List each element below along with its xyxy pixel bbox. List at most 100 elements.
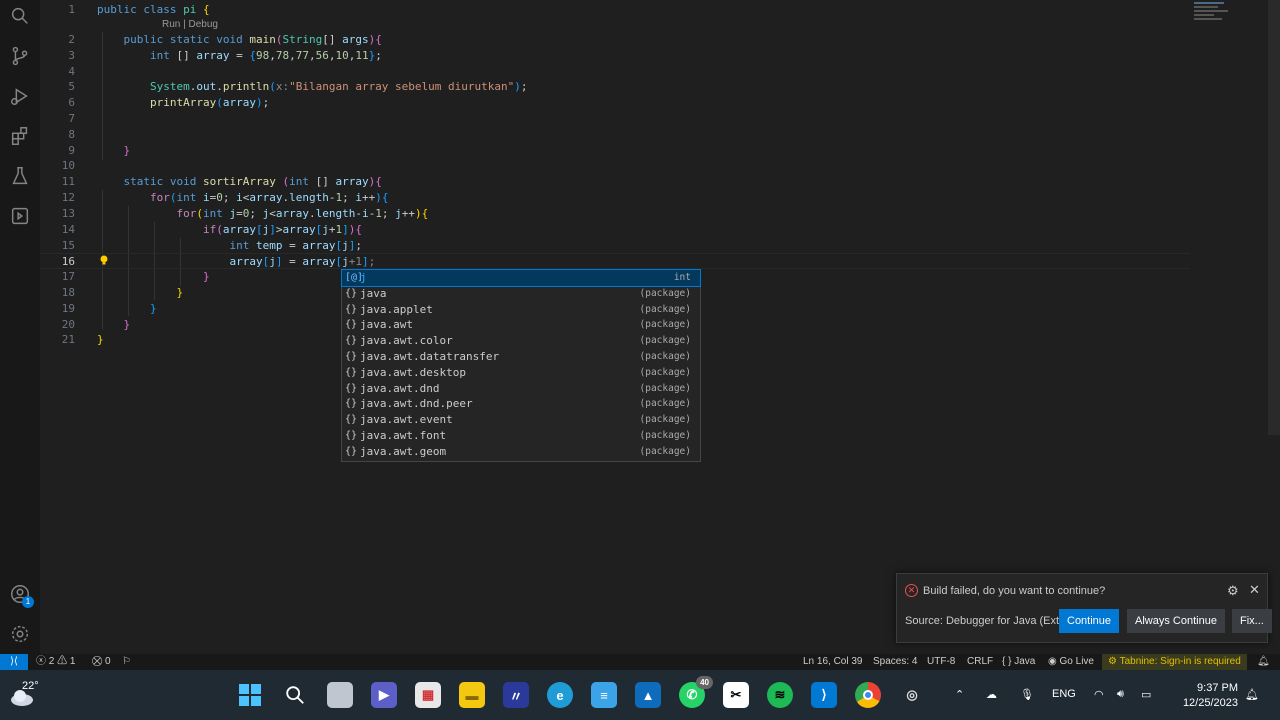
encoding[interactable]: UTF-8 xyxy=(927,654,955,670)
code-line: 1 public class pi { xyxy=(68,3,210,16)
suggestion-item[interactable]: {} java.awt.color (package) xyxy=(342,333,700,349)
indentation[interactable]: Spaces: 4 xyxy=(873,654,917,670)
cursor-position[interactable]: Ln 16, Col 39 xyxy=(803,654,863,670)
end-of-line[interactable]: CRLF xyxy=(967,654,993,670)
broadcast-icon[interactable]: ⚐ xyxy=(122,654,131,670)
fix-button[interactable]: Fix... xyxy=(1232,609,1272,633)
build-failed-notification: ✕ Build failed, do you want to continue?… xyxy=(896,573,1272,643)
editor-scrollbar[interactable] xyxy=(1268,0,1280,435)
status-bar: ⟩⟨ ⓧ 2 ⚠ 1 ⛒ 0 ⚐ Ln 16, Col 39 Spaces: 4… xyxy=(0,654,1280,670)
package-icon: {} xyxy=(345,303,358,315)
task-view-icon[interactable] xyxy=(327,682,353,708)
suggestion-item[interactable]: {} java.awt.datatransfer (package) xyxy=(342,349,700,365)
package-icon: {} xyxy=(345,445,358,457)
chrome-icon[interactable] xyxy=(855,682,881,708)
notifications-bell-icon[interactable]: 🔔︎ xyxy=(1257,654,1270,670)
error-icon: ✕ xyxy=(905,584,918,597)
remote-explorer-icon[interactable] xyxy=(8,204,32,228)
wifi-icon[interactable]: ◠ xyxy=(1094,688,1104,701)
microphone-icon[interactable]: 🎙︎ xyxy=(1020,688,1034,701)
code-line: 10 xyxy=(61,159,75,172)
code-line: 5 System.out.println(x:"Bilangan array s… xyxy=(68,80,528,93)
continue-button[interactable]: Continue xyxy=(1059,609,1120,633)
suggestion-item[interactable]: {} java.applet (package) xyxy=(342,302,700,318)
suggestion-item[interactable]: [@] j int xyxy=(341,269,701,287)
suggestion-item[interactable]: {} java.awt.dnd (package) xyxy=(342,381,700,397)
notification-source: Source: Debugger for Java (Exte... xyxy=(905,615,1075,627)
lightbulb-icon[interactable] xyxy=(98,254,110,266)
code-line: 11 static void sortirArray (int [] array… xyxy=(61,175,382,188)
tabnine-status[interactable]: ⚙ Tabnine: Sign-in is required xyxy=(1102,654,1247,670)
photos-icon[interactable]: ▲ xyxy=(635,682,661,708)
autocomplete-suggestions[interactable]: [@] j int {} java (package) {} java.applet (pa… xyxy=(341,269,701,462)
code-line: 3 int [] array = {98,78,77,56,10,11}; xyxy=(68,49,382,62)
package-icon: {} xyxy=(345,414,358,426)
language-mode[interactable]: { } Java xyxy=(1002,654,1035,670)
always-continue-button[interactable]: Always Continue xyxy=(1127,609,1225,633)
code-line-current: 16 array[j] = array[j+1]; xyxy=(40,253,1190,269)
capcut-icon[interactable]: ✂ xyxy=(723,682,749,708)
suggestion-item[interactable]: {} java.awt.desktop (package) xyxy=(342,365,700,381)
suggestion-item[interactable]: {} java.awt.event (package) xyxy=(342,412,700,428)
suggestion-item[interactable]: {} java.awt.font (package) xyxy=(342,428,700,444)
accounts-icon[interactable]: 1 xyxy=(8,582,34,608)
notification-settings-gear-icon[interactable]: ⚙ xyxy=(1227,583,1239,599)
variable-icon: [@] xyxy=(345,272,364,283)
file-explorer-icon[interactable]: ▬ xyxy=(459,682,485,708)
run-debug-codelens[interactable]: Run | Debug xyxy=(162,19,218,30)
suggestion-item[interactable]: {} java.awt (package) xyxy=(342,317,700,333)
suggestion-item[interactable]: {} java (package) xyxy=(342,286,700,302)
volume-icon[interactable]: 🔊︎ xyxy=(1117,688,1124,701)
search-icon[interactable] xyxy=(282,682,308,708)
spotify-icon[interactable]: ≋ xyxy=(767,682,793,708)
package-icon: {} xyxy=(345,382,358,394)
minimap[interactable] xyxy=(1190,0,1260,40)
source-control-icon[interactable] xyxy=(8,44,32,68)
microsoft-store-icon[interactable]: ▦ xyxy=(415,682,441,708)
onedrive-cloud-icon[interactable]: ☁ xyxy=(986,688,997,701)
notepad-icon[interactable]: ≡ xyxy=(591,682,617,708)
suggestion-item[interactable]: {} java.awt.dnd.peer (package) xyxy=(342,396,700,412)
code-line: 4 xyxy=(68,65,75,78)
whatsapp-badge: 40 xyxy=(696,676,713,689)
show-hidden-icons-chevron-icon[interactable]: ⌃ xyxy=(955,688,964,701)
code-line: 2 public static void main(String[] args)… xyxy=(68,33,382,46)
code-line: 7 xyxy=(68,112,75,125)
windows-start-icon[interactable] xyxy=(237,682,263,708)
search-icon[interactable] xyxy=(8,4,32,28)
code-line: 8 xyxy=(68,128,75,141)
notification-close-icon[interactable]: ✕ xyxy=(1249,582,1260,598)
app-icon[interactable]: 〃 xyxy=(503,682,529,708)
battery-icon[interactable]: ▭ xyxy=(1141,688,1151,701)
package-icon: {} xyxy=(345,319,358,331)
edge-icon[interactable]: e xyxy=(547,682,573,708)
run-debug-icon[interactable] xyxy=(8,84,32,108)
remote-indicator-icon[interactable]: ⟩⟨ xyxy=(0,654,28,670)
settings-gear-icon[interactable] xyxy=(8,622,32,646)
system-clock[interactable]: 9:37 PM 12/25/2023 xyxy=(1168,681,1238,711)
package-icon: {} xyxy=(345,429,358,441)
package-icon: {} xyxy=(345,335,358,347)
suggestion-item[interactable]: {} java.awt.geom (package) xyxy=(342,444,700,460)
package-icon: {} xyxy=(345,398,358,410)
vscode-icon[interactable]: ⟩ xyxy=(811,682,837,708)
warning-icon: ⚠ xyxy=(57,656,68,667)
broadcast-icon: ◉ xyxy=(1048,656,1057,667)
tabnine-icon: ⚙ xyxy=(1108,656,1117,667)
testing-icon[interactable] xyxy=(8,164,32,188)
github-desktop-icon[interactable]: ◎ xyxy=(899,682,925,708)
code-line: 9 } xyxy=(68,144,131,157)
input-language[interactable]: ENG xyxy=(1052,688,1076,700)
code-line: 15 int temp = array[j]; xyxy=(61,239,362,252)
code-line: 14 if(array[j]>array[j+1]){ xyxy=(61,223,362,236)
code-line: 12 for(int i=0; i<array.length-1; i++){ xyxy=(61,191,389,204)
ports-indicator[interactable]: ⛒ 0 xyxy=(92,654,111,670)
ports-icon: ⛒ xyxy=(92,656,103,667)
go-live-button[interactable]: ◉ Go Live xyxy=(1048,654,1094,670)
extensions-icon[interactable] xyxy=(8,124,32,148)
teams-chat-icon[interactable]: ▶ xyxy=(371,682,397,708)
notification-bell-icon[interactable]: 🔔︎ xyxy=(1245,688,1259,701)
problems-indicator[interactable]: ⓧ 2 ⚠ 1 xyxy=(36,654,75,670)
whatsapp-icon[interactable]: ✆ 40 xyxy=(679,676,713,708)
code-line: 6 printArray(array); xyxy=(68,96,270,109)
